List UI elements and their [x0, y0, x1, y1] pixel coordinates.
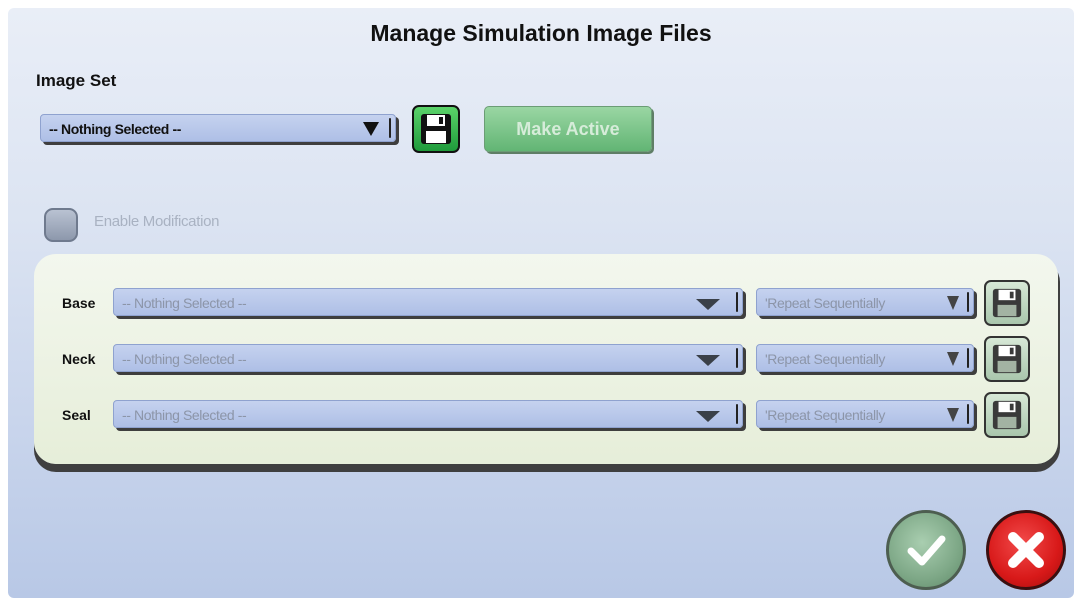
save-image-set-button[interactable]	[412, 105, 460, 153]
make-active-button[interactable]: Make Active	[484, 106, 652, 152]
base-image-dropdown[interactable]: -- Nothing Selected --	[113, 288, 743, 316]
save-neck-button[interactable]	[984, 336, 1030, 382]
dropdown-separator	[967, 404, 969, 424]
triangle-down-icon	[947, 408, 959, 422]
triangle-down-icon	[696, 355, 720, 366]
floppy-disk-icon	[992, 288, 1022, 318]
x-icon	[1008, 532, 1044, 568]
seal-mode: 'Repeat Sequentially	[765, 407, 885, 423]
neck-selected: -- Nothing Selected --	[122, 351, 247, 367]
dialog-title: Manage Simulation Image Files	[370, 20, 712, 46]
row-label-base: Base	[62, 295, 96, 311]
row-label-seal: Seal	[62, 407, 91, 423]
base-mode: 'Repeat Sequentially	[765, 295, 885, 311]
floppy-disk-icon	[992, 344, 1022, 374]
save-seal-button[interactable]	[984, 392, 1030, 438]
cancel-button[interactable]	[986, 510, 1066, 590]
save-base-button[interactable]	[984, 280, 1030, 326]
ok-button[interactable]	[886, 510, 966, 590]
seal-mode-dropdown[interactable]: 'Repeat Sequentially	[756, 400, 974, 428]
seal-selected: -- Nothing Selected --	[122, 407, 247, 423]
triangle-down-icon	[363, 122, 379, 136]
checkmark-icon	[907, 535, 946, 566]
triangle-down-icon	[947, 296, 959, 310]
neck-image-dropdown[interactable]: -- Nothing Selected --	[113, 344, 743, 372]
dropdown-separator	[389, 118, 391, 138]
neck-mode: 'Repeat Sequentially	[765, 351, 885, 367]
dialog-window: Manage Simulation Image Files Image Set …	[8, 8, 1074, 598]
dropdown-separator	[736, 292, 738, 312]
neck-mode-dropdown[interactable]: 'Repeat Sequentially	[756, 344, 974, 372]
dropdown-separator	[967, 292, 969, 312]
row-label-neck: Neck	[62, 351, 96, 367]
image-set-label: Image Set	[36, 71, 117, 90]
enable-modification-label: Enable Modification	[94, 213, 220, 230]
image-set-dropdown[interactable]: -- Nothing Selected --	[40, 114, 396, 142]
enable-modification-checkbox[interactable]	[44, 208, 78, 242]
dropdown-separator	[736, 348, 738, 368]
dropdown-separator	[736, 404, 738, 424]
dropdown-separator	[967, 348, 969, 368]
image-set-selected: -- Nothing Selected --	[49, 121, 181, 137]
base-mode-dropdown[interactable]: 'Repeat Sequentially	[756, 288, 974, 316]
floppy-disk-icon	[421, 114, 451, 144]
triangle-down-icon	[696, 411, 720, 422]
seal-image-dropdown[interactable]: -- Nothing Selected --	[113, 400, 743, 428]
floppy-disk-icon	[992, 400, 1022, 430]
triangle-down-icon	[947, 352, 959, 366]
base-selected: -- Nothing Selected --	[122, 295, 247, 311]
triangle-down-icon	[696, 299, 720, 310]
